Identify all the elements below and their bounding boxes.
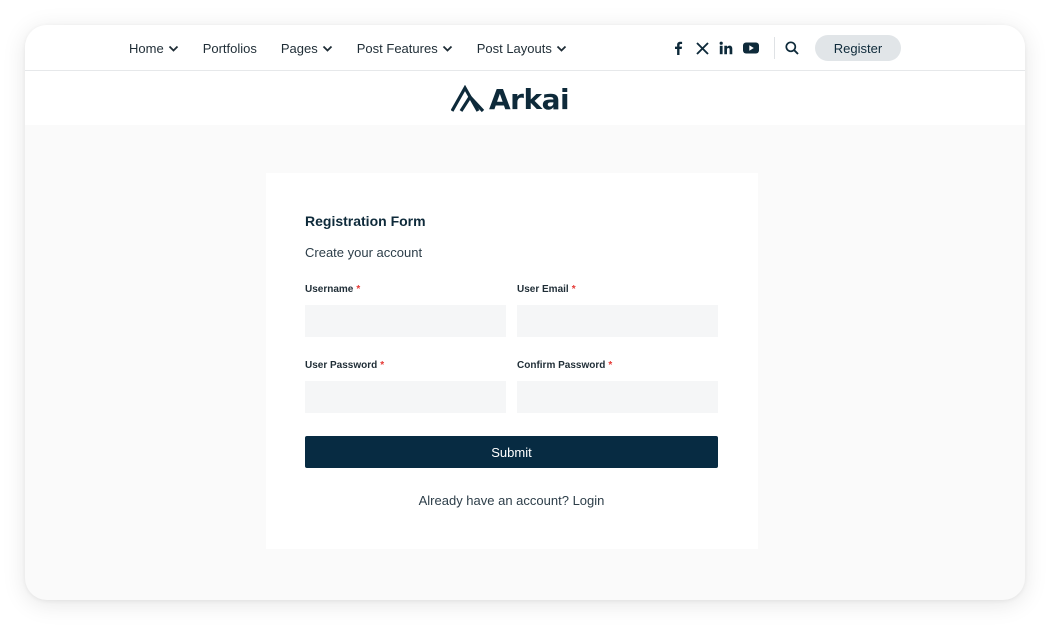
login-prompt: Already have an account? Login <box>305 493 718 508</box>
confirm-password-input[interactable] <box>517 381 718 413</box>
confirm-password-label: Confirm Password * <box>517 359 718 373</box>
nav-divider <box>774 37 775 59</box>
nav-item-pages[interactable]: Pages <box>281 41 333 56</box>
register-button[interactable]: Register <box>815 35 901 61</box>
nav-item-label: Home <box>129 40 164 56</box>
nav-item-label: Post Layouts <box>476 40 552 56</box>
nav-actions: Register <box>664 25 901 71</box>
nav-item-post-features[interactable]: Post Features <box>357 41 453 56</box>
nav-item-label: Portfolios <box>202 40 257 56</box>
chevron-down-icon <box>322 43 333 54</box>
logo-band: Arkai <box>25 71 1025 125</box>
required-marker: * <box>356 284 361 295</box>
field-label-text: User Email <box>517 284 569 295</box>
main-menu: Home Portfolios Pages Post Features Post… <box>129 25 591 71</box>
required-marker: * <box>608 360 613 371</box>
field-label-text: User Password <box>305 360 378 371</box>
search-icon[interactable] <box>783 39 801 57</box>
required-marker: * <box>571 284 576 295</box>
username-label: Username * <box>305 283 506 297</box>
linkedin-icon[interactable] <box>718 40 734 56</box>
form-title: Registration Form <box>305 213 426 229</box>
nav-item-home[interactable]: Home <box>129 41 179 56</box>
logo-mark-icon <box>450 84 485 113</box>
confirm-password-field-group: Confirm Password * <box>517 359 718 413</box>
nav-item-portfolios[interactable]: Portfolios <box>203 41 257 56</box>
submit-button[interactable]: Submit <box>305 436 718 468</box>
required-marker: * <box>380 360 385 371</box>
email-label: User Email * <box>517 283 718 297</box>
username-input[interactable] <box>305 305 506 337</box>
login-link[interactable]: Login <box>573 493 605 508</box>
password-label: User Password * <box>305 359 506 373</box>
login-prompt-text: Already have an account? <box>418 493 569 508</box>
top-navigation: Home Portfolios Pages Post Features Post… <box>25 25 1025 71</box>
chevron-down-icon <box>168 43 179 54</box>
chevron-down-icon <box>442 43 453 54</box>
logo-text: Arkai <box>489 82 570 116</box>
email-input[interactable] <box>517 305 718 337</box>
password-field-group: User Password * <box>305 359 506 413</box>
browser-window: Home Portfolios Pages Post Features Post… <box>25 25 1025 600</box>
nav-item-post-layouts[interactable]: Post Layouts <box>477 41 567 56</box>
password-input[interactable] <box>305 381 506 413</box>
site-logo[interactable]: Arkai <box>450 79 570 119</box>
nav-item-label: Pages <box>280 40 318 56</box>
nav-item-label: Post Features <box>356 40 438 56</box>
field-label-text: Confirm Password <box>517 360 606 371</box>
chevron-down-icon <box>556 43 567 54</box>
x-icon[interactable] <box>694 40 710 56</box>
youtube-icon[interactable] <box>742 40 760 56</box>
username-field-group: Username * <box>305 283 506 337</box>
email-field-group: User Email * <box>517 283 718 337</box>
registration-card: Registration Form Create your account Us… <box>266 173 758 549</box>
field-label-text: Username <box>305 284 354 295</box>
facebook-icon[interactable] <box>670 40 686 56</box>
form-subtitle: Create your account <box>305 245 423 260</box>
